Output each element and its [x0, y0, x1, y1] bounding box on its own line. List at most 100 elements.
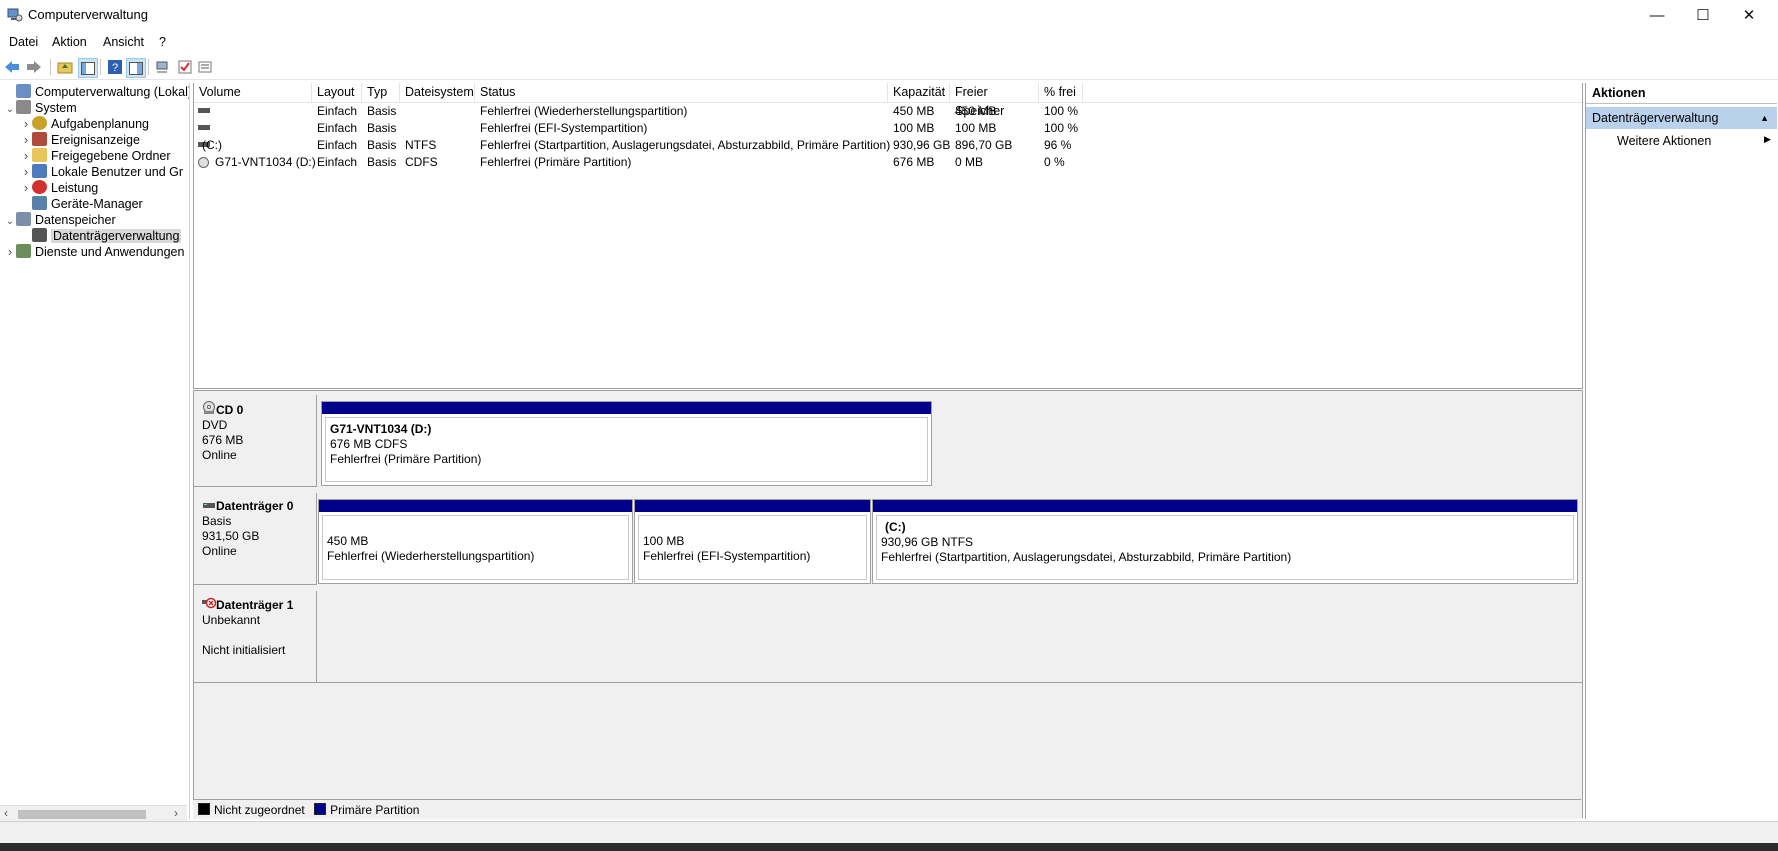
scrollbar-thumb[interactable] — [18, 810, 146, 819]
help-button[interactable]: ? — [106, 58, 124, 76]
disk-type: DVD — [202, 418, 228, 432]
table-row[interactable]: Einfach Basis Fehlerfrei (Wiederherstellun… — [194, 103, 1582, 120]
maximize-icon: ☐ — [1696, 7, 1710, 24]
menu-ansicht[interactable]: Ansicht — [103, 35, 144, 49]
cell-cap: 930,96 GB — [893, 138, 951, 152]
performance-icon — [32, 180, 47, 194]
tree-item-label: Datenträgerverwaltung — [51, 229, 182, 243]
cell-free: 450 MB — [955, 104, 997, 118]
action-label: Weitere Aktionen — [1617, 134, 1712, 148]
column-header-volume[interactable]: Volume — [194, 83, 312, 102]
cell-free: 896,70 GB — [955, 138, 1013, 152]
disk-icon — [203, 503, 215, 508]
back-arrow-icon — [5, 61, 19, 73]
help-icon: ? — [108, 60, 122, 74]
tree-item-label: Freigegebene Ordner — [51, 149, 171, 163]
cell-cap: 676 MB — [893, 155, 935, 169]
disk-error-icon — [202, 597, 217, 609]
partition-bar — [319, 500, 632, 512]
services-icon — [16, 244, 31, 258]
partition-status: Fehlerfrei (Primäre Partition) — [330, 452, 482, 466]
cell-cap: 450 MB — [893, 104, 935, 118]
disk-size — [202, 628, 316, 643]
chevron-down-icon[interactable]: ⌄ — [4, 101, 16, 119]
cell-typ: Basis — [367, 155, 397, 169]
menu-datei[interactable]: Datei — [9, 35, 38, 49]
column-header-dateisystem[interactable]: Dateisystem — [400, 83, 475, 102]
tree-item-label: Leistung — [51, 181, 99, 195]
back-button[interactable] — [3, 58, 21, 76]
chevron-right-icon[interactable]: › — [4, 243, 16, 261]
partition-details: 450 MB Fehlerfrei (Wiederherstellungspar… — [322, 515, 629, 580]
disk-label-disk1[interactable]: Datenträger 1 Unbekannt Nicht initialisi… — [194, 591, 317, 683]
column-header-freier-speicher[interactable]: Freier Speicher — [950, 83, 1039, 118]
partition-title: G71-VNT1034 (D:) — [330, 422, 432, 436]
scroll-left-icon[interactable]: ‹ — [4, 806, 8, 820]
toolbar-separator — [148, 59, 149, 75]
cell-pct: 0 % — [1044, 155, 1065, 169]
cell-layout: Einfach — [317, 138, 358, 152]
menu-help[interactable]: ? — [159, 35, 166, 49]
maximize-button[interactable]: ☐ — [1680, 0, 1726, 30]
forward-button[interactable] — [25, 58, 43, 76]
svg-text:?: ? — [112, 62, 118, 74]
up-level-button[interactable] — [56, 58, 74, 76]
tree-horizontal-scrollbar[interactable]: ‹ › — [0, 805, 187, 822]
column-header-kapazitaet[interactable]: Kapazität — [888, 83, 950, 102]
action-pane-button[interactable] — [126, 58, 146, 78]
table-row[interactable]: Einfach Basis Fehlerfrei (EFI-Systempartit… — [194, 120, 1582, 137]
column-header-prozent-frei[interactable]: % frei — [1039, 83, 1083, 102]
chevron-down-icon[interactable]: ⌄ — [4, 213, 16, 231]
toolbar: ? — [0, 55, 1778, 80]
title-bar: Computerverwaltung — ☐ ✕ — [0, 0, 1778, 30]
legend-label: Nicht zugeordnet — [214, 803, 305, 817]
column-header-status[interactable]: Status — [475, 83, 888, 102]
cell-pct: 96 % — [1044, 138, 1072, 152]
tree-item-label: Computerverwaltung (Lokal) — [35, 85, 190, 99]
partition-status: Fehlerfrei (Wiederherstellungspartition) — [327, 549, 535, 563]
scroll-right-icon[interactable]: › — [174, 806, 178, 820]
action-weitere-aktionen[interactable]: Weitere Aktionen — [1617, 131, 1711, 151]
divider — [317, 682, 1582, 683]
partition-size: 930,96 GB NTFS — [881, 535, 974, 549]
table-row[interactable]: G71-VNT1034 (D:) Einfach Basis CDFS Fehlerfr… — [194, 154, 1582, 171]
partition-bar — [322, 402, 931, 414]
disk-size: 931,50 GB — [202, 529, 260, 543]
collapse-up-icon[interactable]: ▲ — [1760, 107, 1769, 129]
cell-typ: Basis — [367, 121, 397, 135]
legend-label: Primäre Partition — [330, 803, 420, 817]
connect-button[interactable] — [154, 58, 172, 76]
minimize-button[interactable]: — — [1634, 0, 1680, 30]
disk-state: Online — [202, 448, 237, 462]
taskbar-edge — [0, 843, 1778, 851]
disk-label-cd0[interactable]: CD 0 DVD 676 MB Online — [194, 395, 317, 487]
partition-d[interactable]: G71-VNT1034 (D:) 676 MB CDFS Fehlerfrei … — [321, 401, 932, 486]
disk-map: CD 0 DVD 676 MB Online G71-VNT1034 (D:) … — [193, 390, 1583, 818]
column-header-typ[interactable]: Typ — [362, 83, 400, 102]
legend-unallocated: Nicht zugeordnet — [198, 803, 305, 817]
column-header-layout[interactable]: Layout — [312, 83, 362, 102]
disk-management-icon — [32, 228, 47, 242]
toolbar-separator — [100, 59, 101, 75]
table-row[interactable]: (C:) Einfach Basis NTFS Fehlerfrei (Startpar… — [194, 137, 1582, 154]
partition-c[interactable]: (C:) 930,96 GB NTFS Fehlerfrei (Startpar… — [872, 499, 1578, 584]
tree-item-dienste-und-anwendungen[interactable]: › Dienste und Anwendungen — [4, 243, 184, 261]
action-pane-icon — [129, 61, 143, 75]
partition-efi[interactable]: 100 MB Fehlerfrei (EFI-Systempartition) — [634, 499, 871, 584]
partition-details: 100 MB Fehlerfrei (EFI-Systempartition) — [638, 515, 867, 580]
partition-recovery[interactable]: 450 MB Fehlerfrei (Wiederherstellungspar… — [318, 499, 633, 584]
show-hide-tree-button[interactable] — [78, 58, 98, 78]
submenu-arrow-icon: ▶ — [1764, 134, 1771, 144]
properties-button[interactable] — [196, 58, 214, 76]
folder-up-icon — [57, 62, 73, 74]
menu-aktion[interactable]: Aktion — [52, 35, 87, 49]
actions-section-label: Datenträgerverwaltung — [1592, 111, 1719, 125]
splitter[interactable] — [194, 390, 1582, 391]
close-button[interactable]: ✕ — [1726, 0, 1772, 30]
close-icon: ✕ — [1742, 7, 1756, 24]
disk-label-disk0[interactable]: Datenträger 0 Basis 931,50 GB Online — [194, 493, 317, 585]
primary-swatch — [314, 803, 327, 815]
check-button[interactable] — [176, 58, 194, 76]
partition-details: G71-VNT1034 (D:) 676 MB CDFS Fehlerfrei … — [325, 417, 928, 482]
actions-section-datentraegerverwaltung[interactable]: Datenträgerverwaltung ▲ — [1586, 107, 1777, 129]
